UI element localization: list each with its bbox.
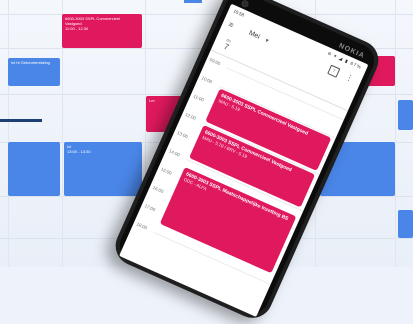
grid-line <box>395 0 396 267</box>
menu-icon[interactable]: ≡ <box>227 20 235 30</box>
calendar-event[interactable] <box>8 142 60 196</box>
accent-bar <box>0 119 42 122</box>
calendar-event[interactable] <box>398 100 413 130</box>
hour-label: 11:00 <box>192 93 205 103</box>
chevron-down-icon[interactable]: ▾ <box>264 37 270 45</box>
calendar-event[interactable]: Ict ht Gebeurtenisking <box>8 58 60 86</box>
hour-label: 17:00 <box>143 203 157 213</box>
hour-label: 12:00 <box>184 111 197 121</box>
calendar-event[interactable] <box>398 210 413 238</box>
top-accent-bar <box>184 0 202 3</box>
event-title: Lm <box>149 98 155 103</box>
calendar-today-icon[interactable]: 7 <box>327 64 341 78</box>
hour-label: 13:00 <box>176 130 189 140</box>
calendar-event[interactable]: 6600-3003 SSPL Commercieel Vastgoed 11:0… <box>62 14 142 48</box>
hour-label: 15:00 <box>160 166 173 176</box>
hour-label: 16:00 <box>151 184 165 195</box>
hour-label: 09:00 <box>208 57 222 67</box>
grid-line <box>8 0 9 267</box>
event-title: Ict ht Gebeurtenisking <box>11 60 50 65</box>
more-icon[interactable]: ⋮ <box>344 72 355 83</box>
day-header[interactable]: do. 7 <box>218 35 236 53</box>
hour-label: 14:00 <box>168 148 181 158</box>
hour-label: 10:00 <box>200 75 214 85</box>
event-time: 11:00 - 12:30 <box>65 26 89 31</box>
calendar-event[interactable]: Ict 13:00 - 13:30 <box>64 142 142 196</box>
event-time: 13:00 - 13:30 <box>67 149 91 154</box>
hour-label: 18:00 <box>135 221 148 231</box>
month-title[interactable]: Mei <box>248 30 261 41</box>
